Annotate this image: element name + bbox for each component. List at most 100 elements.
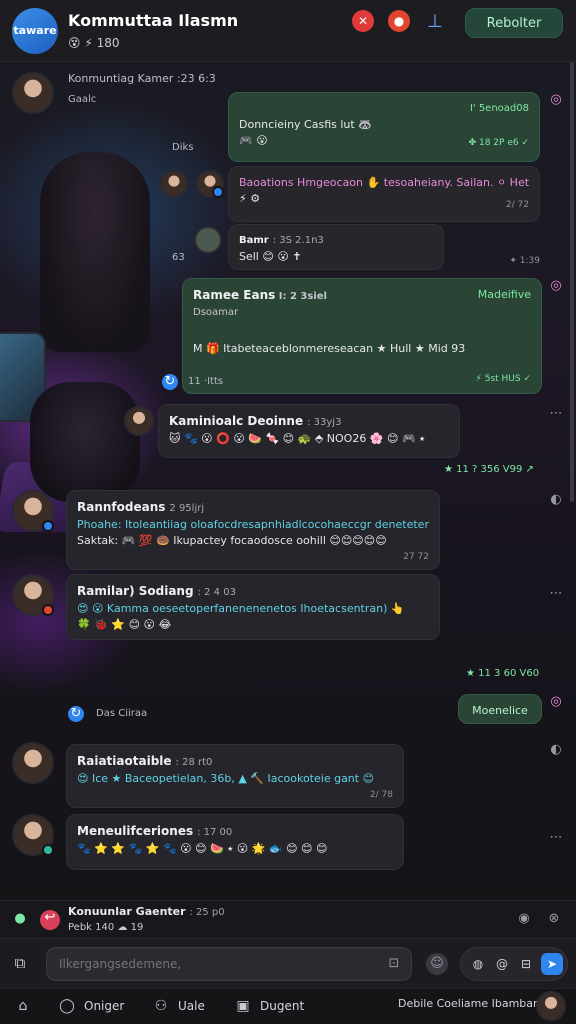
message-sender: Kaminioalc Deoinne: 33yj3 bbox=[169, 414, 342, 428]
thread-icon[interactable]: ↻ bbox=[68, 706, 84, 722]
message-text: Sell 😊 😮 ✝ bbox=[239, 250, 302, 263]
message-text: Saktak: 🎮 💯 🍩 Ikupactey focaodosce oohil… bbox=[77, 534, 387, 547]
thread-icon[interactable]: ↻ bbox=[162, 374, 178, 390]
list-item[interactable]: Baoations Hmgeocaon ✋ tesoaheiany. Saila… bbox=[228, 166, 540, 222]
at-icon[interactable]: @ bbox=[493, 955, 511, 973]
list-item[interactable]: Bamr: 3S 2.1n3 Sell 😊 😮 ✝ bbox=[228, 224, 444, 270]
message-tag: I' 5enoad08 bbox=[469, 103, 529, 114]
expand-icon[interactable]: ⊡ bbox=[386, 956, 402, 972]
message-input[interactable] bbox=[46, 947, 412, 981]
nav-item-friends[interactable]: ⚇ Uale bbox=[152, 997, 205, 1015]
list-item[interactable]: Ramee Eans I: 2 3siel Madeifive Dsoamar … bbox=[182, 278, 542, 394]
nav-label: Dugent bbox=[260, 999, 305, 1013]
nav-profile-label[interactable]: Debile Coeliame Ibamban bbox=[398, 997, 540, 1010]
avatar[interactable] bbox=[12, 490, 54, 532]
message-text: 😍 😮 Kamma oeseetoperfanenenenetos Ihoeta… bbox=[77, 602, 405, 615]
message-meta: 2/ 78 bbox=[369, 790, 393, 800]
header-action-button[interactable]: Rebolter bbox=[465, 8, 563, 38]
list-item[interactable]: Moenelice bbox=[458, 694, 542, 724]
message-meta: ★ 11 ? 356 V99 ↗ bbox=[444, 464, 534, 475]
list-item[interactable]: Kaminioalc Deoinne: 33yj3 🐱 🐾 😮 ⭕ 😮 🍉 🍬 … bbox=[158, 404, 460, 458]
message-sender: Meneulifceriones: 17 00 bbox=[77, 824, 233, 838]
message-sender: Konmuntiag Kamer :23 6:3 bbox=[68, 72, 216, 85]
profile-name: Debile Coeliame Ibamban bbox=[398, 997, 540, 1010]
message-sender-row: Ramee Eans I: 2 3siel Madeifive bbox=[193, 288, 531, 302]
message-text: Phoahe: Itoleantiiag oloafocdresapnhiadl… bbox=[77, 518, 429, 531]
server-logo[interactable]: taware bbox=[12, 7, 58, 54]
reaction-icon[interactable]: ◎ bbox=[548, 92, 564, 108]
reply-icon[interactable]: ↩ bbox=[40, 910, 60, 930]
message-meta: 27 72 bbox=[403, 552, 429, 562]
avatar[interactable] bbox=[194, 226, 222, 254]
avatar[interactable] bbox=[12, 72, 54, 114]
chat-bubble-icon: ◯ bbox=[59, 998, 75, 1014]
attach-icon[interactable]: ⧉ bbox=[12, 955, 28, 971]
settings-icon[interactable]: ◉ bbox=[516, 911, 532, 927]
message-text: M 🎁 Itabeteaceblonmereseacan ★ Hull ★ Mi… bbox=[193, 342, 466, 355]
more-icon[interactable]: ⋯ bbox=[548, 830, 564, 846]
message-sender: Ramilar) Sodiang: 2 4 03 bbox=[77, 584, 236, 598]
nav-item-chat[interactable]: ◯ Oniger bbox=[58, 997, 124, 1015]
page-title: Kommuttaa Ilasmn bbox=[68, 11, 239, 30]
list-item[interactable]: Rannfodeans 2 95ljrj Phoahe: Itoleantiiag… bbox=[66, 490, 440, 570]
avatar[interactable] bbox=[124, 406, 154, 436]
message-list: Konmuntiag Kamer :23 6:3 Gaalc ◎ I' 5eno… bbox=[0, 62, 576, 902]
composer-actions: ◍ @ ⊟ ➤ bbox=[460, 947, 568, 981]
reply-preview[interactable]: ● ↩ Konuunlar Gaenter : 25 p0 Pebk 140 ☁… bbox=[0, 900, 576, 938]
header-subtitle: 😵 ⚡ 180 bbox=[68, 36, 120, 50]
reaction-icon[interactable]: ◐ bbox=[548, 492, 564, 508]
pin-icon[interactable]: ⊥ bbox=[424, 10, 446, 32]
avatar[interactable] bbox=[196, 170, 224, 198]
message-meta: 2/ 72 bbox=[505, 200, 529, 210]
list-item[interactable]: I' 5enoad08 Donncieiny Casfis lut 🦝 🎮 😮 … bbox=[228, 92, 540, 162]
message-meta: ✦ 1:39 bbox=[509, 256, 540, 266]
reaction-icon[interactable]: ◎ bbox=[548, 694, 564, 710]
alert-icon[interactable]: ● bbox=[388, 10, 410, 32]
message-sender: Rannfodeans 2 95ljrj bbox=[77, 500, 205, 514]
header-icons: ✕ ● ⊥ ⤒ bbox=[352, 10, 482, 32]
header-info: Kommuttaa Ilasmn 😵 ⚡ 180 bbox=[68, 11, 238, 50]
list-item[interactable]: Ramilar) Sodiang: 2 4 03 😍 😮 Kamma oesee… bbox=[66, 574, 440, 640]
inline-reply: Dsoamar bbox=[193, 307, 239, 318]
message-text: Donncieiny Casfis lut 🦝 bbox=[239, 118, 372, 131]
message-text: 😍 Ice ★ Baceopetielan, 36b, ▲ 🔨 Iacookot… bbox=[77, 772, 375, 785]
avatar[interactable] bbox=[12, 742, 54, 784]
nav-home[interactable]: ⌂ bbox=[14, 997, 32, 1015]
message-emoji: 🐱 🐾 😮 ⭕ 😮 🍉 🍬 😊 🐢 ⬘ NOO26 🌸 😊 🎮 ⭑ bbox=[169, 432, 426, 445]
avatar[interactable] bbox=[160, 170, 188, 198]
message-emoji: 🐾 ⭐ ⭐ 🐾 ⭐ 🐾 😮 😊 🍉 ⭑ 😮 🌟 🐟 😊 😊 😊 bbox=[77, 842, 328, 855]
calendar-icon: ▣ bbox=[236, 998, 250, 1014]
chat-tag: Diks bbox=[172, 142, 194, 153]
nav-label: Oniger bbox=[84, 999, 125, 1013]
more-icon[interactable]: ⋯ bbox=[548, 586, 564, 602]
message-meta: ✤ 18 2P e6 ✓ bbox=[468, 138, 529, 148]
member-label: 11 ·Itts bbox=[188, 376, 224, 387]
more-icon[interactable]: ⋯ bbox=[548, 406, 564, 422]
close-icon[interactable]: ⊗ bbox=[546, 911, 562, 927]
nav-label: Uale bbox=[178, 999, 205, 1013]
gift-icon[interactable]: ⊟ bbox=[517, 955, 535, 973]
reaction-icon[interactable]: ◎ bbox=[548, 278, 564, 294]
profile-avatar[interactable] bbox=[536, 991, 566, 1021]
member-label: Das Ciiraa bbox=[96, 708, 148, 719]
reaction-icon[interactable]: ◐ bbox=[548, 742, 564, 758]
send-icon[interactable]: ➤ bbox=[541, 953, 563, 975]
message-text: Gaalc bbox=[68, 94, 97, 105]
avatar[interactable]: ● bbox=[12, 911, 28, 927]
message-emoji: 🍀 🐞 ⭐ 😊 😮 😂 bbox=[77, 618, 172, 631]
alert-icon[interactable]: ✕ bbox=[352, 10, 374, 32]
avatar[interactable] bbox=[12, 574, 54, 616]
home-icon: ⌂ bbox=[18, 998, 28, 1014]
avatar[interactable] bbox=[12, 814, 54, 856]
message-sender: Bamr: 3S 2.1n3 bbox=[239, 235, 324, 246]
message-meta: ★ 11 3 60 V60 bbox=[466, 668, 540, 679]
friends-icon: ⚇ bbox=[154, 998, 168, 1014]
nav-item-calendar[interactable]: ▣ Dugent bbox=[234, 997, 304, 1015]
list-item[interactable]: Meneulifceriones: 17 00 🐾 ⭐ ⭐ 🐾 ⭐ 🐾 😮 😊 … bbox=[66, 814, 404, 870]
list-item[interactable]: Raiatiaotaible: 28 rt0 😍 Ice ★ Baceopeti… bbox=[66, 744, 404, 808]
sticker-icon[interactable]: ◍ bbox=[469, 955, 487, 973]
composer: ⧉ ⊡ ☺ ◍ @ ⊟ ➤ bbox=[0, 938, 576, 988]
message-text: Baoations Hmgeocaon ✋ tesoaheiany. Saila… bbox=[239, 176, 529, 189]
emoji-icon[interactable]: ☺ bbox=[426, 953, 448, 975]
member-count: 63 bbox=[172, 252, 185, 263]
